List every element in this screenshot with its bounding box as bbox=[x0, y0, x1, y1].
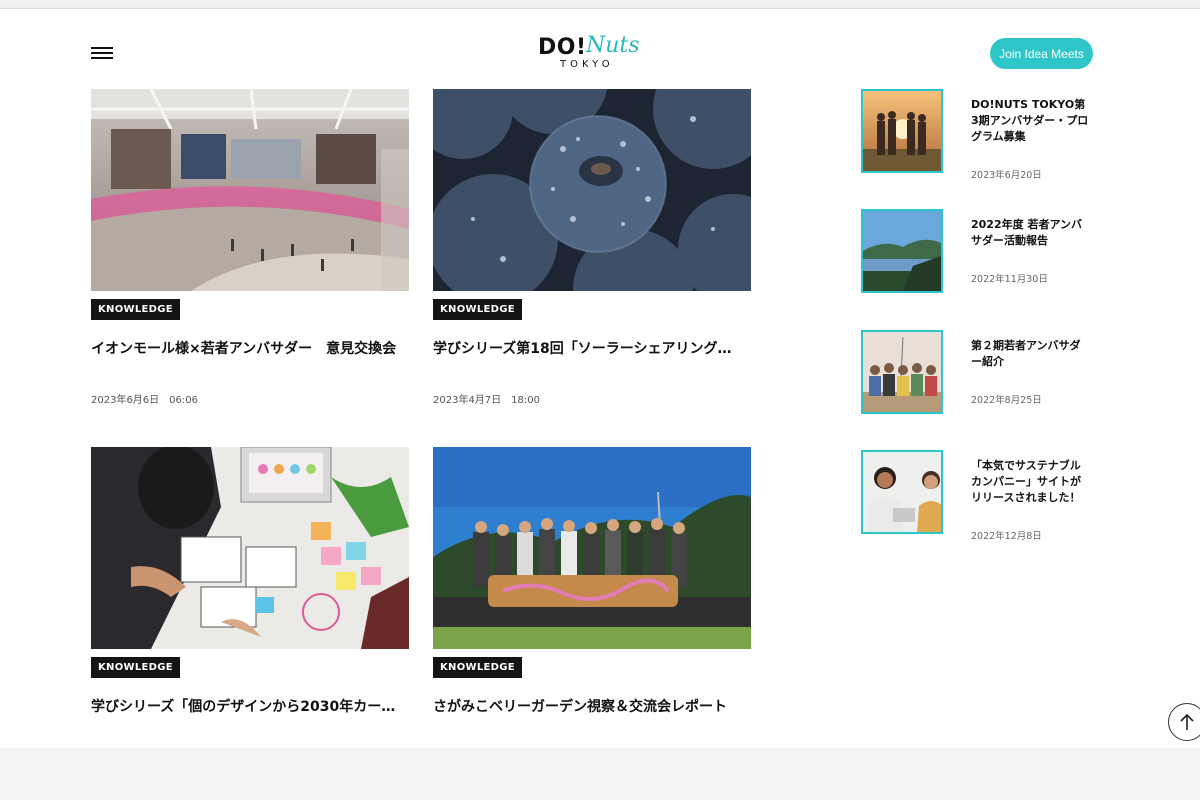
logo[interactable]: DO! Nuts TOKYO bbox=[538, 33, 648, 75]
sidebar-title[interactable]: DO!NUTS TOKYO第3期アンバサダー・プログラム募集 bbox=[971, 97, 1091, 145]
sidebar-image-sunset-friends[interactable] bbox=[861, 89, 943, 173]
article-card[interactable]: KNOWLEDGE イオンモール様×若者アンバサダー 意見交換会 2023年6月… bbox=[91, 89, 409, 406]
arrow-up-icon bbox=[1180, 713, 1194, 730]
article-image-mall[interactable] bbox=[91, 89, 409, 291]
article-title[interactable]: さがみこベリーガーデン視察＆交流会レポート bbox=[433, 697, 751, 717]
sidebar-date: 2022年11月30日 bbox=[971, 274, 1048, 285]
knowledge-tag[interactable]: KNOWLEDGE bbox=[91, 299, 180, 320]
article-title[interactable]: イオンモール様×若者アンバサダー 意見交換会 bbox=[91, 339, 409, 359]
sidebar-image-group-back[interactable] bbox=[861, 330, 943, 414]
article-card[interactable]: KNOWLEDGE 学びシリーズ第18回「ソーラーシェアリング… 2023年4月… bbox=[433, 89, 751, 406]
logo-script: Nuts bbox=[586, 33, 640, 58]
sidebar-title[interactable]: 第２期若者アンバサダー紹介 bbox=[971, 338, 1091, 370]
knowledge-tag[interactable]: KNOWLEDGE bbox=[91, 657, 180, 678]
knowledge-tag[interactable]: KNOWLEDGE bbox=[433, 657, 522, 678]
article-title[interactable]: 学びシリーズ第18回「ソーラーシェアリング… bbox=[433, 339, 751, 359]
logo-main: DO! bbox=[538, 35, 587, 60]
sidebar-image-meeting[interactable] bbox=[861, 450, 943, 534]
article-card[interactable]: KNOWLEDGE さがみこベリーガーデン視察＆交流会レポート bbox=[433, 447, 751, 715]
sidebar-item[interactable]: 「本気でサステナブルカンパニー」サイトがリリースされました！ 2022年12月8… bbox=[861, 450, 1101, 542]
sidebar-item[interactable]: 第２期若者アンバサダー紹介 2022年8月25日 bbox=[861, 330, 1101, 414]
join-idea-meets-button[interactable]: Join Idea Meets bbox=[990, 38, 1093, 69]
sidebar-item[interactable]: DO!NUTS TOKYO第3期アンバサダー・プログラム募集 2023年6月20… bbox=[861, 89, 1101, 181]
page: DO! Nuts TOKYO Join Idea Meets KNOWLEDGE… bbox=[0, 8, 1200, 749]
sidebar-date: 2022年12月8日 bbox=[971, 531, 1042, 542]
sidebar-title[interactable]: 「本気でサステナブルカンパニー」サイトがリリースされました！ bbox=[971, 458, 1091, 506]
article-date: 2023年4月7日 18:00 bbox=[433, 395, 540, 406]
article-image-blueberries[interactable] bbox=[433, 89, 751, 291]
article-title[interactable]: 学びシリーズ「個のデザインから2030年カー… bbox=[91, 697, 409, 717]
page-bottom-area bbox=[0, 748, 1200, 800]
article-card[interactable]: KNOWLEDGE 学びシリーズ「個のデザインから2030年カー… bbox=[91, 447, 409, 715]
menu-icon[interactable] bbox=[91, 47, 113, 61]
back-to-top-button[interactable] bbox=[1168, 703, 1200, 741]
article-image-design-workshop[interactable] bbox=[91, 447, 409, 649]
logo-sub: TOKYO bbox=[560, 59, 614, 70]
article-date: 2023年6月6日 06:06 bbox=[91, 395, 198, 406]
sidebar-item[interactable]: 2022年度 若者アンバサダー活動報告 2022年11月30日 bbox=[861, 209, 1101, 293]
article-image-berry-garden[interactable] bbox=[433, 447, 751, 649]
knowledge-tag[interactable]: KNOWLEDGE bbox=[433, 299, 522, 320]
sidebar-image-lake[interactable] bbox=[861, 209, 943, 293]
sidebar-title[interactable]: 2022年度 若者アンバサダー活動報告 bbox=[971, 217, 1091, 249]
sidebar-date: 2023年6月20日 bbox=[971, 170, 1042, 181]
sidebar-date: 2022年8月25日 bbox=[971, 395, 1042, 406]
